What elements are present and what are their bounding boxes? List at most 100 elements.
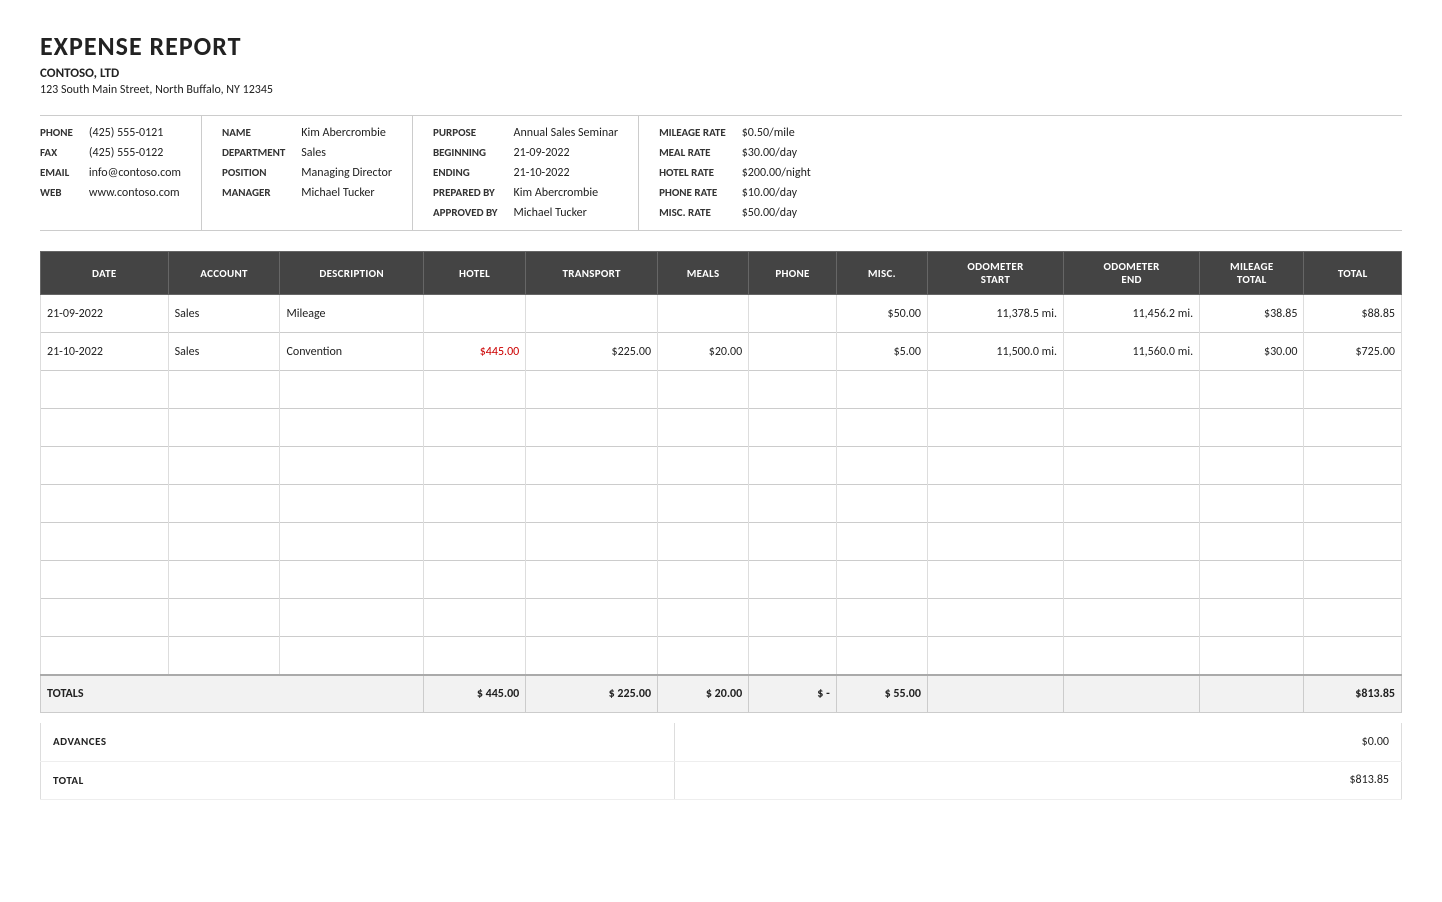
cell-meals (658, 295, 749, 333)
summary-advances-row: ADVANCES $0.00 (41, 723, 1402, 761)
cell-mileage-total: $30.00 (1200, 333, 1304, 371)
hotel-rate-label: HOTEL RATE (659, 164, 726, 182)
empty-cell (836, 485, 927, 523)
empty-cell (836, 637, 927, 675)
col-misc: MISC. (836, 252, 927, 295)
report-title: EXPENSE REPORT (40, 30, 1402, 62)
phone-rate-label: PHONE RATE (659, 184, 726, 202)
meal-rate-label: MEAL RATE (659, 144, 726, 162)
cell-date: 21-10-2022 (41, 333, 169, 371)
cell-misc: $5.00 (836, 333, 927, 371)
empty-cell (927, 371, 1063, 409)
empty-row (41, 371, 1402, 409)
empty-cell (749, 523, 837, 561)
empty-cell (423, 637, 525, 675)
employee-block: NAME Kim Abercrombie DEPARTMENT Sales PO… (222, 116, 413, 230)
empty-cell (927, 637, 1063, 675)
summary-section: ADVANCES $0.00 TOTAL $813.85 (40, 723, 1402, 800)
col-total: TOTAL (1304, 252, 1402, 295)
position-value: Managing Director (301, 164, 392, 182)
empty-cell (749, 561, 837, 599)
empty-cell (41, 447, 169, 485)
empty-cell (836, 409, 927, 447)
cell-odo-end: 11,560.0 mi. (1064, 333, 1200, 371)
dept-value: Sales (301, 144, 392, 162)
col-odo-start: ODOMETERSTART (927, 252, 1063, 295)
empty-cell (658, 409, 749, 447)
cell-total: $88.85 (1304, 295, 1402, 333)
table-row: 21-09-2022 Sales Mileage $50.00 11,378.5… (41, 295, 1402, 333)
empty-cell (927, 409, 1063, 447)
empty-row (41, 599, 1402, 637)
empty-row (41, 637, 1402, 675)
cell-odo-end: 11,456.2 mi. (1064, 295, 1200, 333)
cell-mileage-total: $38.85 (1200, 295, 1304, 333)
empty-cell (836, 523, 927, 561)
empty-cell (280, 523, 423, 561)
cell-account: Sales (168, 295, 280, 333)
empty-cell (280, 485, 423, 523)
empty-cell (41, 371, 169, 409)
manager-value: Michael Tucker (301, 184, 392, 202)
position-label: POSITION (222, 164, 285, 182)
empty-cell (168, 409, 280, 447)
empty-cell (168, 485, 280, 523)
empty-cell (1200, 409, 1304, 447)
expense-table: DATE ACCOUNT DESCRIPTION HOTEL TRANSPORT… (40, 251, 1402, 713)
empty-cell (280, 599, 423, 637)
company-address: 123 South Main Street, North Buffalo, NY… (40, 83, 1402, 97)
cell-description: Mileage (280, 295, 423, 333)
empty-cell (749, 485, 837, 523)
col-mileage-total: MILEAGETOTAL (1200, 252, 1304, 295)
empty-cell (1064, 485, 1200, 523)
summary-total-label: TOTAL (41, 761, 675, 799)
beginning-value: 21-09-2022 (514, 144, 619, 162)
cell-phone (749, 333, 837, 371)
cell-total: $725.00 (1304, 333, 1402, 371)
email-value: info@contoso.com (89, 164, 181, 182)
prepared-label: PREPARED BY (433, 184, 498, 202)
empty-cell (280, 561, 423, 599)
dept-label: DEPARTMENT (222, 144, 285, 162)
empty-row (41, 523, 1402, 561)
empty-cell (423, 561, 525, 599)
empty-cell (1304, 561, 1402, 599)
misc-rate-label: MISC. RATE (659, 204, 726, 222)
empty-cell (658, 599, 749, 637)
totals-odo-start (927, 675, 1063, 713)
empty-cell (168, 561, 280, 599)
name-label: NAME (222, 124, 285, 142)
empty-cell (927, 561, 1063, 599)
mileage-rate-value: $0.50/mile (742, 124, 811, 142)
empty-cell (41, 485, 169, 523)
empty-cell (749, 599, 837, 637)
empty-cell (168, 371, 280, 409)
empty-cell (41, 637, 169, 675)
empty-cell (168, 637, 280, 675)
empty-cell (168, 599, 280, 637)
empty-cell (836, 371, 927, 409)
fax-value: (425) 555-0122 (89, 144, 181, 162)
purpose-value: Annual Sales Seminar (514, 124, 619, 142)
empty-cell (1200, 561, 1304, 599)
empty-cell (749, 447, 837, 485)
table-row: 21-10-2022 Sales Convention $445.00 $225… (41, 333, 1402, 371)
empty-cell (927, 485, 1063, 523)
empty-cell (1200, 637, 1304, 675)
trip-block: PURPOSE Annual Sales Seminar BEGINNING 2… (433, 116, 639, 230)
misc-rate-value: $50.00/day (742, 204, 811, 222)
cell-odo-start: 11,378.5 mi. (927, 295, 1063, 333)
ending-label: ENDING (433, 164, 498, 182)
totals-label: TOTALS (41, 675, 424, 713)
empty-cell (526, 485, 658, 523)
cell-hotel (423, 295, 525, 333)
phone-label: PHONE (40, 124, 73, 142)
col-transport: TRANSPORT (526, 252, 658, 295)
totals-hotel: $ 445.00 (423, 675, 525, 713)
approved-label: APPROVED BY (433, 204, 498, 222)
table-header-row: DATE ACCOUNT DESCRIPTION HOTEL TRANSPORT… (41, 252, 1402, 295)
empty-cell (658, 637, 749, 675)
purpose-label: PURPOSE (433, 124, 498, 142)
totals-phone: $ - (749, 675, 837, 713)
ending-value: 21-10-2022 (514, 164, 619, 182)
